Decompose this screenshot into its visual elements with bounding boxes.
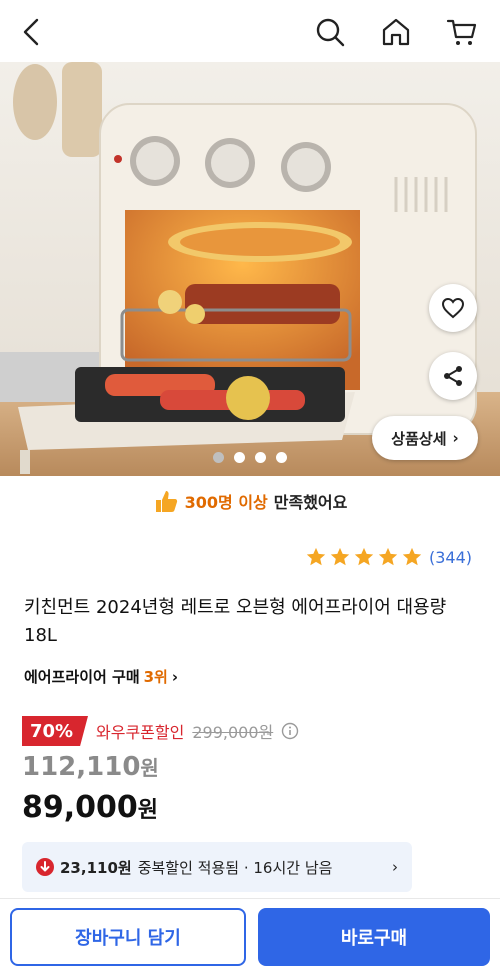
home-icon [382,18,410,46]
final-price-number: 89,000 [22,790,138,825]
star-icon [330,547,350,566]
final-price-unit: 원 [137,798,159,823]
back-arrow-icon [23,18,39,46]
product-photo [0,62,500,476]
buy-now-button[interactable]: 바로구매 [258,908,490,966]
product-detail-label: 상품상세 [391,429,447,448]
coupon-price-number: 112,110 [22,752,141,782]
search-button[interactable] [310,12,350,52]
extra-discount-text: 중복할인 적용됨 · 16시간 남음 [137,858,333,877]
review-count[interactable]: (344) [429,548,472,567]
info-icon[interactable] [281,722,299,740]
coupon-label: 와우쿠폰할인 [96,723,185,742]
top-nav [0,0,500,62]
pagination-dot[interactable] [276,452,287,463]
cart-icon [446,19,477,45]
star-icon [306,547,326,566]
down-arrow-icon [36,858,54,876]
bottom-action-bar: 장바구니 담기 바로구매 [0,908,500,972]
chevron-right-icon: › [171,667,179,686]
pagination-dot[interactable] [213,452,224,463]
gallery-pagination [0,452,500,463]
chevron-right-icon: › [452,429,459,447]
home-button[interactable] [376,12,416,52]
share-button[interactable] [429,352,477,400]
star-icon [354,547,374,566]
cart-button[interactable] [442,12,482,52]
final-price: 89,000원 [22,790,158,825]
category-rank[interactable]: 에어프라이어 구매 3위 › [24,666,178,687]
original-price: 299,000원 [192,723,274,742]
extra-discount-amount: 23,110원 [60,858,132,877]
star-icon [378,547,398,566]
discount-row: 70% 와우쿠폰할인 299,000원 [22,716,299,746]
wishlist-button[interactable] [429,284,477,332]
rating[interactable]: (344) [305,546,472,568]
search-icon [316,18,345,47]
star-icon [402,547,422,566]
share-icon [444,366,462,386]
chevron-right-icon: › [392,858,398,876]
discount-badge: 70% [22,716,88,746]
rank-value: 3위 [143,668,168,686]
coupon-price-unit: 원 [140,756,159,780]
pagination-dot[interactable] [255,452,266,463]
pagination-dot[interactable] [234,452,245,463]
product-title: 키친먼트 2024년형 레트로 오븐형 에어프라이어 대용량 18L [24,597,447,646]
heart-icon [441,297,465,319]
extra-discount-banner[interactable]: 23,110원 중복할인 적용됨 · 16시간 남음 › [22,842,412,892]
satisfaction-count: 300명 이상 [184,493,268,512]
divider [0,898,500,899]
product-image-gallery[interactable]: 상품상세 › [0,62,500,476]
rank-prefix: 에어프라이어 구매 [24,668,140,686]
add-to-cart-button[interactable]: 장바구니 담기 [10,908,246,966]
satisfaction-text: 만족했어요 [273,493,348,512]
thumbs-up-icon [155,491,177,512]
satisfaction-banner: 300명 이상 만족했어요 [0,484,500,518]
coupon-price: 112,110원 [22,752,159,782]
back-button[interactable] [12,12,52,52]
